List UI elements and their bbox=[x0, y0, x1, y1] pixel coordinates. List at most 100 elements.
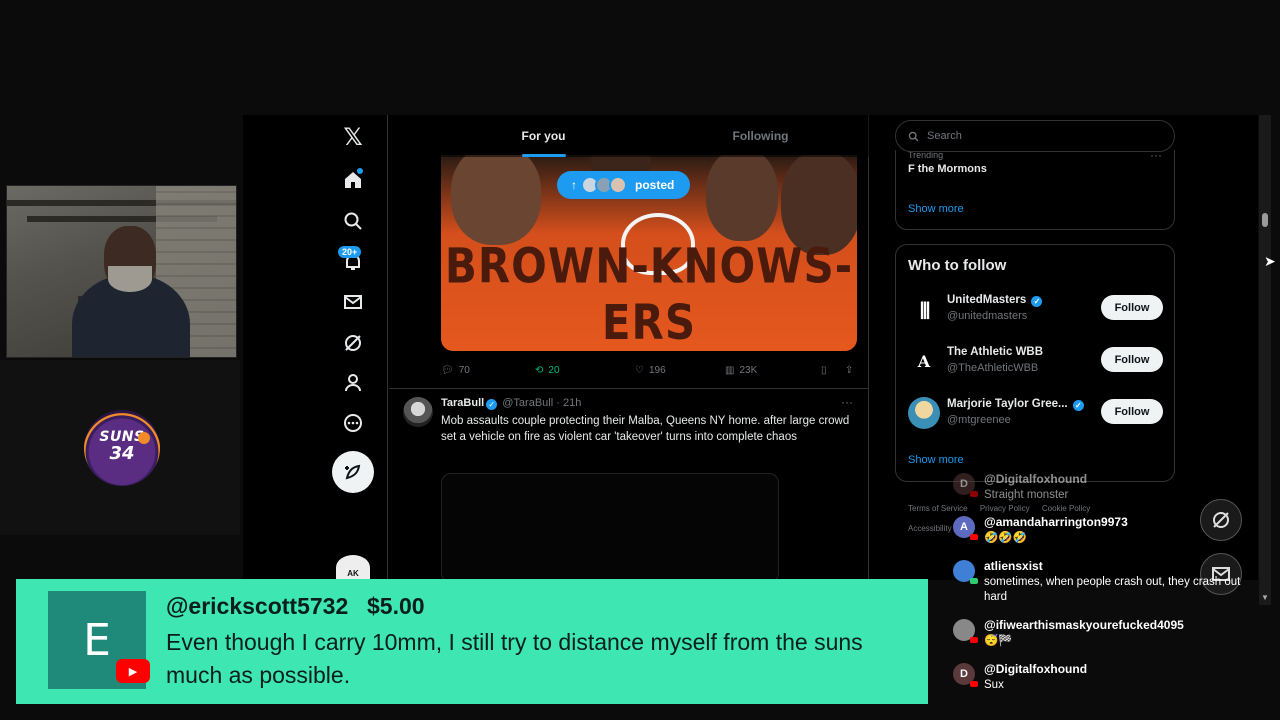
mouse-cursor-icon: ➤ bbox=[1264, 253, 1276, 269]
youtube-icon bbox=[970, 681, 978, 687]
avatar: A bbox=[953, 516, 978, 540]
reply-button[interactable]: 💬︎ 70 bbox=[441, 361, 535, 379]
youtube-icon bbox=[970, 491, 978, 497]
account-avatar[interactable]: AK bbox=[336, 555, 370, 580]
arrow-up-icon: ↑ bbox=[571, 178, 577, 192]
chat-text: 😴🏁 bbox=[984, 635, 1013, 647]
follow-suggestion[interactable]: A The Athletic WBB @TheAthleticWBB Follo… bbox=[908, 343, 1164, 379]
avatar[interactable] bbox=[403, 397, 433, 427]
x-sidebar-nav: 𝕏 20+ AK bbox=[243, 115, 388, 580]
page-scrollbar[interactable]: ▼ bbox=[1259, 115, 1271, 605]
superchat-message: Even though I carry 10mm, I still try to… bbox=[166, 629, 863, 688]
image-headline: BROWN-KNOWS-ERS bbox=[444, 237, 854, 351]
chat-author: @amandaharrington9973 bbox=[984, 515, 1128, 529]
superchat-author: @erickscott5732 bbox=[166, 593, 349, 619]
chat-text: Sux bbox=[984, 679, 1004, 691]
heart-icon: ♡ bbox=[635, 364, 644, 376]
views-button[interactable]: ▥ 23K bbox=[725, 361, 821, 379]
chat-author: @ifiwearthismaskyourefucked4095 bbox=[984, 618, 1184, 632]
badge-number: 34 bbox=[109, 442, 135, 464]
share-icon[interactable]: ⇪ bbox=[845, 361, 857, 379]
more-options-icon[interactable]: ··· bbox=[841, 395, 853, 409]
repost-button[interactable]: ⟲ 20 bbox=[535, 361, 635, 379]
follow-suggestion[interactable]: ||| UnitedMasters ✓ @unitedmasters Follo… bbox=[908, 291, 1164, 327]
account-handle: @TheAthleticWBB bbox=[947, 362, 1039, 374]
stream-screen: SUNS 34 𝕏 20+ AK For you Following BROWN… bbox=[0, 0, 1280, 720]
live-chat-overlay: D @Digitalfoxhound Straight monster A @a… bbox=[950, 470, 1250, 720]
unitedmasters-logo-icon: ||| bbox=[908, 293, 940, 325]
search-icon bbox=[908, 131, 919, 141]
webcam-feed bbox=[6, 185, 237, 358]
the-athletic-logo-icon: A bbox=[908, 345, 940, 377]
verified-badge-icon: ✓ bbox=[1031, 296, 1043, 307]
reply-count: 70 bbox=[458, 364, 470, 376]
chat-author: @Digitalfoxhound bbox=[984, 472, 1088, 486]
like-button[interactable]: ♡ 196 bbox=[635, 361, 725, 379]
tab-for-you[interactable]: For you bbox=[435, 115, 652, 157]
streamer bbox=[72, 226, 190, 357]
tweet-author-handle: @TaraBull bbox=[502, 397, 554, 409]
search-icon[interactable] bbox=[339, 207, 367, 235]
follow-button[interactable]: Follow bbox=[1101, 295, 1163, 320]
suns-badge-logo: SUNS 34 bbox=[84, 410, 160, 486]
notifications-badge: 20+ bbox=[338, 246, 362, 258]
reply-icon: 💬︎ bbox=[441, 364, 454, 376]
account-name: UnitedMasters ✓ bbox=[947, 294, 1044, 307]
youtube-icon bbox=[970, 534, 978, 540]
messages-icon[interactable] bbox=[339, 288, 367, 316]
chat-author: @Digitalfoxhound bbox=[984, 662, 1088, 676]
verified-badge-icon: ✓ bbox=[486, 399, 498, 410]
tweet-media[interactable] bbox=[441, 473, 779, 580]
trends-show-more-link[interactable]: Show more bbox=[908, 203, 964, 215]
posted-label: posted bbox=[635, 178, 675, 192]
x-logo-icon[interactable]: 𝕏 bbox=[339, 123, 367, 151]
follow-suggestion[interactable]: Marjorie Taylor Gree... ✓ @mtgreenee Fol… bbox=[908, 395, 1164, 431]
account-name: Marjorie Taylor Gree... ✓ bbox=[947, 398, 1086, 411]
trend-name[interactable]: F the Mormons bbox=[908, 163, 987, 175]
who-to-follow-show-more-link[interactable]: Show more bbox=[908, 454, 964, 466]
youtube-icon bbox=[970, 578, 978, 584]
new-posts-pill[interactable]: ↑ posted bbox=[557, 171, 691, 199]
post-actions: 💬︎ 70 ⟲ 20 ♡ 196 ▥ 23K ▯ ⇪ bbox=[441, 361, 857, 379]
grok-icon[interactable] bbox=[339, 329, 367, 357]
verified-badge-icon: ✓ bbox=[1072, 400, 1084, 411]
superchat-amount: $5.00 bbox=[367, 593, 425, 619]
chat-author: atliensxist bbox=[984, 559, 1043, 573]
tweet-author-name[interactable]: TaraBull bbox=[441, 397, 484, 409]
chat-text: sometimes, when people crash out, they c… bbox=[984, 576, 1241, 603]
superchat-alert: E ▶ @erickscott5732 $5.00 Even though I … bbox=[16, 579, 928, 704]
search-input[interactable]: Search bbox=[895, 120, 1175, 152]
tweet-time: · 21h bbox=[556, 397, 582, 409]
accessibility-link[interactable]: Accessibility bbox=[908, 524, 952, 533]
tweet-text: Mob assaults couple protecting their Mal… bbox=[441, 415, 850, 443]
timeline-tabs: For you Following bbox=[435, 115, 869, 157]
avatar: D bbox=[953, 473, 978, 497]
youtube-icon bbox=[970, 637, 978, 643]
view-count: 23K bbox=[739, 364, 758, 376]
account-handle: @mtgreenee bbox=[947, 414, 1011, 426]
youtube-play-icon: ▶ bbox=[116, 659, 150, 683]
scroll-down-arrow-icon[interactable]: ▼ bbox=[1261, 593, 1269, 602]
account-name: The Athletic WBB bbox=[947, 346, 1044, 358]
home-unread-dot bbox=[357, 168, 363, 174]
tab-following[interactable]: Following bbox=[652, 115, 869, 157]
compose-post-button[interactable] bbox=[332, 451, 374, 493]
scrollbar-thumb[interactable] bbox=[1262, 213, 1268, 227]
profile-icon[interactable] bbox=[339, 369, 367, 397]
more-icon[interactable] bbox=[339, 409, 367, 437]
avatar bbox=[953, 560, 978, 584]
timeline-feed: For you Following BROWN-KNOWS-ERS ↑ post… bbox=[389, 115, 869, 580]
avatar bbox=[908, 397, 940, 429]
chat-text: Straight monster bbox=[984, 489, 1069, 501]
follow-button[interactable]: Follow bbox=[1101, 399, 1163, 424]
avatar bbox=[953, 619, 978, 643]
chat-text: 🤣🤣🤣 bbox=[984, 532, 1027, 544]
like-count: 196 bbox=[648, 364, 666, 376]
bookmark-icon[interactable]: ▯ bbox=[821, 361, 845, 379]
divider bbox=[389, 388, 869, 389]
repost-icon: ⟲ bbox=[535, 364, 544, 376]
trending-box: Trending ··· F the Mormons Show more bbox=[895, 148, 1175, 230]
search-placeholder: Search bbox=[927, 130, 962, 142]
follow-button[interactable]: Follow bbox=[1101, 347, 1163, 372]
chart-icon: ▥ bbox=[725, 364, 735, 376]
